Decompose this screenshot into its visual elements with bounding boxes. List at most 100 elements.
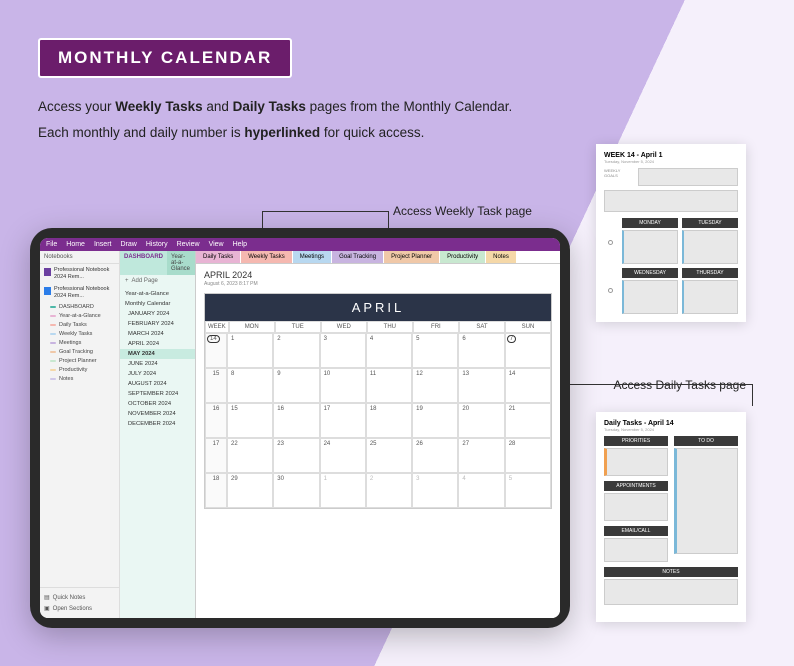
preview-title: WEEK 14 - April 1 — [604, 152, 738, 159]
section-tab-dashboard[interactable]: DASHBOARD — [120, 251, 167, 275]
menu-insert[interactable]: Insert — [94, 241, 112, 248]
day-cell[interactable]: 2 — [366, 473, 412, 508]
day-cell[interactable]: 20 — [458, 403, 504, 438]
week-number[interactable]: 15 — [205, 368, 227, 403]
tab-project-planner[interactable]: Project Planner — [384, 251, 440, 263]
tab-productivity[interactable]: Productivity — [440, 251, 486, 263]
section-notes[interactable]: Notes — [50, 374, 119, 383]
page-item[interactable]: FEBRUARY 2024 — [120, 319, 195, 329]
day-cell[interactable]: 5 — [412, 333, 458, 368]
page-item[interactable]: APRIL 2024 — [120, 339, 195, 349]
menu-review[interactable]: Review — [177, 241, 200, 248]
day-cell[interactable]: 3 — [320, 333, 366, 368]
band-todo: TO DO — [674, 436, 738, 446]
page-item[interactable]: SEPTEMBER 2024 — [120, 389, 195, 399]
menu-file[interactable]: File — [46, 241, 57, 248]
page-item[interactable]: AUGUST 2024 — [120, 379, 195, 389]
section-daily-tasks[interactable]: Daily Tasks — [50, 320, 119, 329]
day-cell[interactable]: 7 — [505, 333, 551, 368]
section-goal-tracking[interactable]: Goal Tracking — [50, 347, 119, 356]
tab-weekly-tasks[interactable]: Weekly Tasks — [241, 251, 292, 263]
page-item[interactable]: JULY 2024 — [120, 369, 195, 379]
page-item[interactable]: JUNE 2024 — [120, 359, 195, 369]
day-cell[interactable]: 12 — [412, 368, 458, 403]
cal-header: WEEK — [205, 321, 229, 333]
connector-line — [262, 211, 388, 212]
notebook-item[interactable]: Professional Notebook 2024 Rem... — [40, 283, 119, 302]
callout-daily: Access Daily Tasks page — [613, 378, 746, 392]
open-sections[interactable]: ▣Open Sections — [44, 603, 115, 614]
day-cell[interactable]: 2 — [273, 333, 319, 368]
quick-notes[interactable]: ▤Quick Notes — [44, 592, 115, 603]
section-color-icon — [50, 324, 56, 326]
day-cell[interactable]: 16 — [273, 403, 319, 438]
day-cell[interactable]: 28 — [505, 438, 551, 473]
section-tab-year[interactable]: Year-at-a-Glance — [167, 251, 195, 275]
section-meetings[interactable]: Meetings — [50, 338, 119, 347]
day-cell[interactable]: 1 — [320, 473, 366, 508]
section-weekly-tasks[interactable]: Weekly Tasks — [50, 329, 119, 338]
day-cell[interactable]: 17 — [320, 403, 366, 438]
section-color-icon — [50, 342, 56, 344]
section-productivity[interactable]: Productivity — [50, 365, 119, 374]
week-number[interactable]: 16 — [205, 403, 227, 438]
callout-weekly: Access Weekly Task page — [393, 204, 532, 218]
day-cell[interactable]: 19 — [412, 403, 458, 438]
page-item[interactable]: Year-at-a-Glance — [120, 289, 195, 299]
section-year-at-a-glance[interactable]: Year-at-a-Glance — [50, 311, 119, 320]
day-cell[interactable]: 15 — [227, 403, 273, 438]
day-cell[interactable]: 25 — [366, 438, 412, 473]
menu-help[interactable]: Help — [233, 241, 247, 248]
tab-goal-tracking[interactable]: Goal Tracking — [332, 251, 384, 263]
day-cell[interactable]: 14 — [505, 368, 551, 403]
day-cell[interactable]: 30 — [273, 473, 319, 508]
page-item[interactable]: JANUARY 2024 — [120, 309, 195, 319]
day-cell[interactable]: 5 — [505, 473, 551, 508]
page-item[interactable]: Monthly Calendar — [120, 299, 195, 309]
pages-panel: DASHBOARD Year-at-a-Glance +Add Page Yea… — [120, 251, 196, 618]
day-cell[interactable]: 27 — [458, 438, 504, 473]
section-color-icon — [50, 315, 56, 317]
tab-daily-tasks[interactable]: Daily Tasks — [196, 251, 241, 263]
day-cell[interactable]: 13 — [458, 368, 504, 403]
day-cell[interactable]: 26 — [412, 438, 458, 473]
day-cell[interactable]: 9 — [273, 368, 319, 403]
day-cell[interactable]: 24 — [320, 438, 366, 473]
day-cell[interactable]: 6 — [458, 333, 504, 368]
page-item[interactable]: MAY 2024 — [120, 349, 195, 359]
section-color-icon — [50, 360, 56, 362]
band-email: EMAIL/CALL — [604, 526, 668, 536]
cal-header: THU — [367, 321, 413, 333]
section-project-planner[interactable]: Project Planner — [50, 356, 119, 365]
page-title: APRIL 2024 — [204, 270, 552, 280]
day-cell[interactable]: 3 — [412, 473, 458, 508]
week-number[interactable]: 18 — [205, 473, 227, 508]
day-cell[interactable]: 11 — [366, 368, 412, 403]
day-cell[interactable]: 29 — [227, 473, 273, 508]
tab-meetings[interactable]: Meetings — [293, 251, 332, 263]
day-cell[interactable]: 18 — [366, 403, 412, 438]
section-dashboard[interactable]: DASHBOARD — [50, 302, 119, 311]
day-cell[interactable]: 10 — [320, 368, 366, 403]
page-item[interactable]: DECEMBER 2024 — [120, 419, 195, 429]
section-tabs: Daily TasksWeekly TasksMeetingsGoal Trac… — [196, 251, 560, 264]
menu-draw[interactable]: Draw — [120, 241, 136, 248]
week-number[interactable]: 14 — [205, 333, 227, 368]
add-page-button[interactable]: +Add Page — [120, 275, 195, 287]
week-number[interactable]: 17 — [205, 438, 227, 473]
day-cell[interactable]: 4 — [458, 473, 504, 508]
day-cell[interactable]: 1 — [227, 333, 273, 368]
day-cell[interactable]: 23 — [273, 438, 319, 473]
menu-view[interactable]: View — [209, 241, 224, 248]
page-item[interactable]: NOVEMBER 2024 — [120, 409, 195, 419]
page-item[interactable]: MARCH 2024 — [120, 329, 195, 339]
day-cell[interactable]: 21 — [505, 403, 551, 438]
notebook-item[interactable]: Professional Notebook 2024 Rem... — [40, 264, 119, 283]
day-cell[interactable]: 4 — [366, 333, 412, 368]
page-item[interactable]: OCTOBER 2024 — [120, 399, 195, 409]
day-cell[interactable]: 22 — [227, 438, 273, 473]
menu-home[interactable]: Home — [66, 241, 85, 248]
day-cell[interactable]: 8 — [227, 368, 273, 403]
menu-history[interactable]: History — [146, 241, 168, 248]
tab-notes[interactable]: Notes — [486, 251, 517, 263]
